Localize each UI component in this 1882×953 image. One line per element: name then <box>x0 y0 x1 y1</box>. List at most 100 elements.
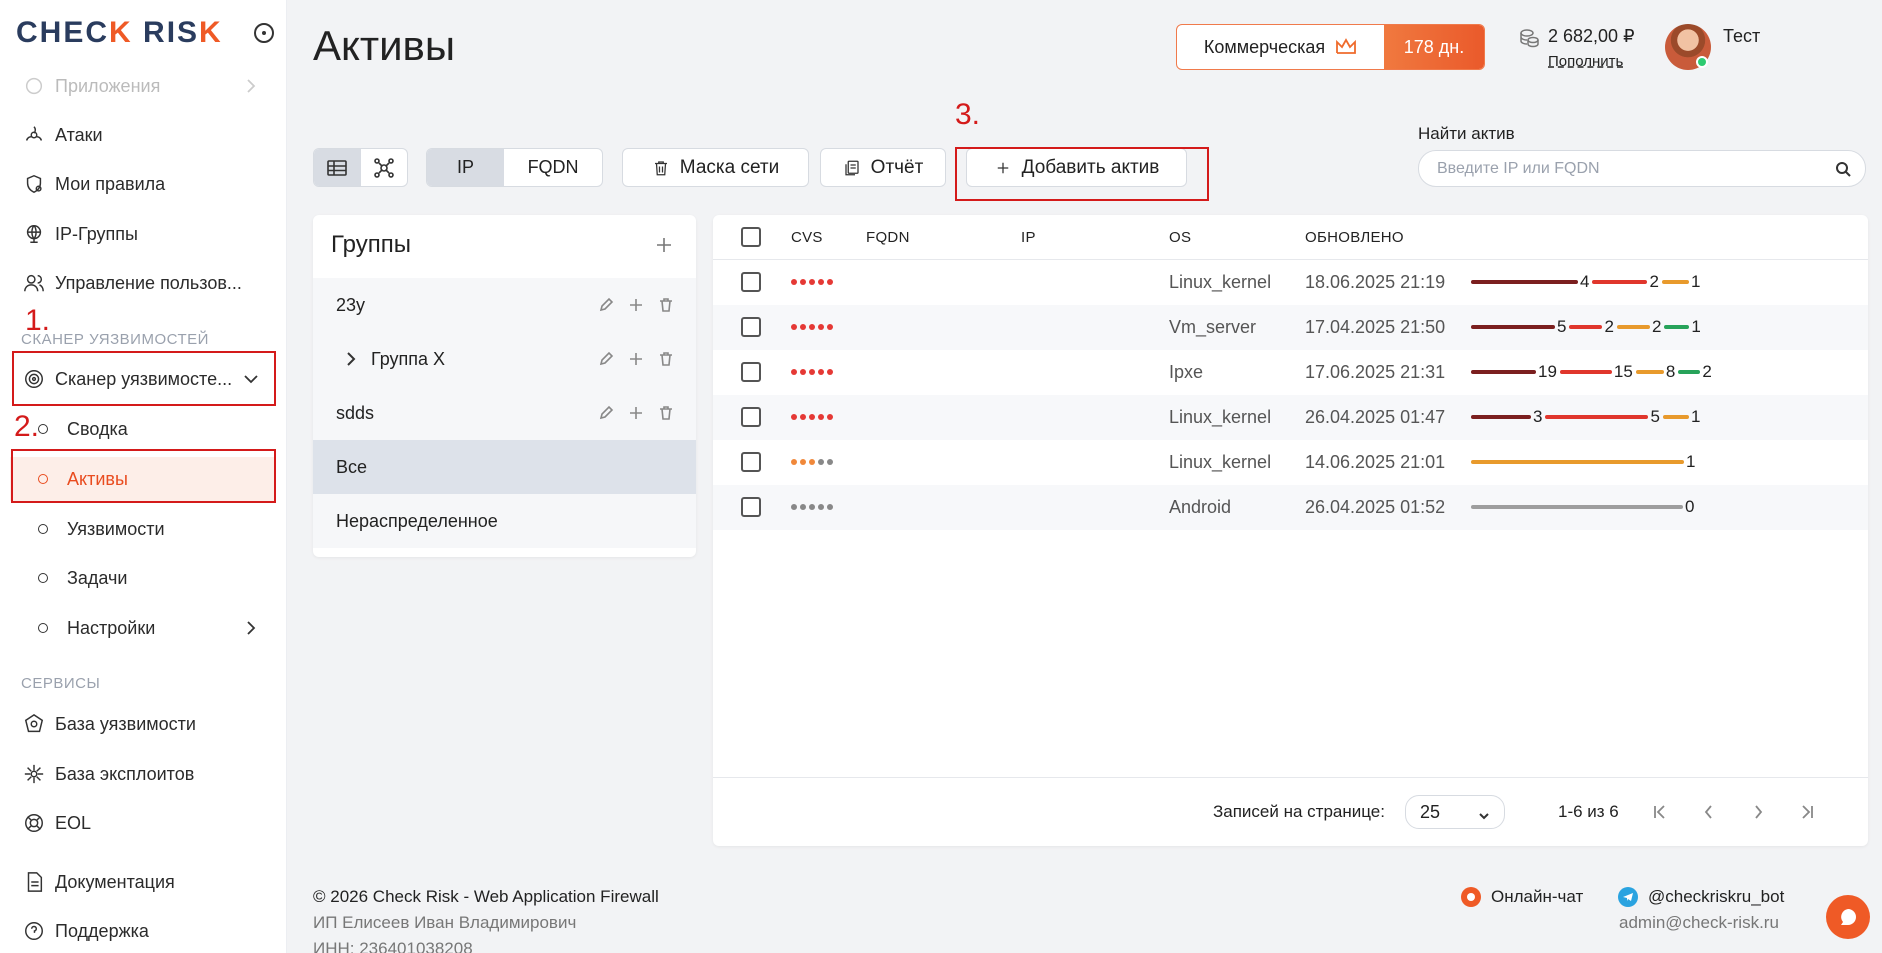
sidebar-item-vuln-db[interactable]: База уязвимости <box>10 702 275 746</box>
severity-segment: 5 <box>1471 317 1569 337</box>
sidebar-toggle-icon[interactable] <box>254 23 274 43</box>
table-view-button[interactable] <box>314 149 361 186</box>
table-row[interactable]: Android 26.04.2025 01:52 0 <box>713 485 1868 530</box>
sidebar-item-summary[interactable]: Сводка <box>10 407 275 451</box>
online-chat-link[interactable]: Онлайн-чат <box>1461 887 1583 907</box>
graph-view-button[interactable] <box>361 149 407 186</box>
sidebar-item-eol[interactable]: EOL <box>10 801 275 845</box>
groups-panel: Группы 23у Группа Х sdds Все Нераспредел… <box>313 215 696 557</box>
row-updated: 14.06.2025 21:01 <box>1305 452 1446 472</box>
chevron-right-icon[interactable] <box>343 351 359 367</box>
table-row[interactable]: Ipxe 17.06.2025 21:31 19 15 8 2 <box>713 350 1868 395</box>
add-group-icon[interactable] <box>654 235 674 255</box>
row-checkbox[interactable] <box>741 362 761 382</box>
ip-tab[interactable]: IP <box>427 149 505 186</box>
cvs-dot <box>791 504 797 510</box>
severity-bar <box>1678 370 1701 374</box>
search-icon[interactable] <box>1835 161 1851 177</box>
row-updated: 17.06.2025 21:31 <box>1305 362 1446 382</box>
plus-icon <box>997 162 1008 173</box>
last-page-icon[interactable] <box>1797 802 1817 822</box>
sidebar-item-vulnerabilities[interactable]: Уязвимости <box>10 507 275 551</box>
plus-icon[interactable] <box>628 405 644 421</box>
page-title: Активы <box>313 22 456 69</box>
table-row[interactable]: Vm_server 17.04.2025 21:50 5 2 2 1 <box>713 305 1868 350</box>
network-mask-label: Маска сети <box>679 156 780 178</box>
cvs-rating <box>791 369 833 375</box>
sidebar-item-vuln-scanner[interactable]: Сканер уязвимосте... <box>10 357 275 401</box>
sidebar-item-label: Задачи <box>67 567 128 588</box>
add-asset-button[interactable]: Добавить актив <box>966 148 1187 187</box>
severity-bar <box>1635 370 1664 374</box>
severity-bar <box>1471 370 1536 374</box>
footer-copyright: © 2026 Check Risk - Web Application Fire… <box>313 887 659 906</box>
fqdn-tab[interactable]: FQDN <box>504 149 602 186</box>
col-fqdn[interactable]: FQDN <box>866 229 910 246</box>
prev-page-icon[interactable] <box>1699 802 1719 822</box>
group-name: sdds <box>336 402 375 423</box>
cvs-dot <box>791 324 797 330</box>
group-item[interactable]: Группа Х <box>313 332 696 386</box>
group-item-unassigned[interactable]: Нераспределенное <box>313 494 696 548</box>
col-ip[interactable]: IP <box>1021 229 1036 246</box>
support-email[interactable]: admin@check-risk.ru <box>1619 913 1779 933</box>
sidebar-item-assets[interactable]: Активы <box>10 457 275 501</box>
trash-icon[interactable] <box>658 297 674 313</box>
sidebar-item-ip-groups[interactable]: IP-Группы <box>10 212 275 256</box>
severity-segment: 2 <box>1616 317 1664 337</box>
table-row[interactable]: Linux_kernel 14.06.2025 21:01 1 <box>713 440 1868 485</box>
group-item[interactable]: sdds <box>313 386 696 440</box>
sidebar-item-label: Сканер уязвимосте... <box>55 368 233 389</box>
table-footer: Записей на странице: 25 1-6 из 6 <box>713 777 1868 846</box>
sidebar-item-tasks[interactable]: Задачи <box>10 556 275 600</box>
sidebar-item-my-rules[interactable]: Мои правила <box>10 162 275 206</box>
next-page-icon[interactable] <box>1748 802 1768 822</box>
sidebar-item-documentation[interactable]: Документация <box>10 860 275 904</box>
col-os[interactable]: OS <box>1169 229 1191 246</box>
trash-icon[interactable] <box>658 351 674 367</box>
row-checkbox[interactable] <box>741 497 761 517</box>
sidebar-item-support[interactable]: Поддержка <box>10 909 275 953</box>
row-checkbox[interactable] <box>741 452 761 472</box>
topup-link[interactable]: Пополнить <box>1548 53 1623 70</box>
row-checkbox[interactable] <box>741 317 761 337</box>
user-name[interactable]: Тест <box>1723 26 1760 47</box>
rows-per-page-select[interactable]: 25 <box>1405 795 1505 829</box>
report-label: Отчёт <box>870 156 924 178</box>
table-row[interactable]: Linux_kernel 26.04.2025 01:47 3 5 1 <box>713 395 1868 440</box>
cvs-dot <box>800 504 806 510</box>
severity-bar <box>1616 325 1650 329</box>
telegram-link[interactable]: @checkriskru_bot <box>1618 887 1784 907</box>
row-checkbox[interactable] <box>741 272 761 292</box>
chat-button[interactable] <box>1826 895 1870 939</box>
trash-icon[interactable] <box>658 405 674 421</box>
bullet-icon <box>38 474 48 484</box>
search-input[interactable] <box>1419 151 1865 186</box>
sidebar-item-attacks[interactable]: Атаки <box>10 113 275 157</box>
group-item-all[interactable]: Все <box>313 440 696 494</box>
severity-segment: 1 <box>1664 317 1703 337</box>
row-updated: 17.04.2025 21:50 <box>1305 317 1446 337</box>
sidebar-item-settings[interactable]: Настройки <box>10 606 275 650</box>
edit-icon[interactable] <box>598 405 614 421</box>
table-row[interactable]: Linux_kernel 18.06.2025 21:19 4 2 1 <box>713 260 1868 305</box>
logo[interactable]: CHECK RISK <box>16 16 223 50</box>
plus-icon[interactable] <box>628 297 644 313</box>
select-all-checkbox[interactable] <box>741 227 761 247</box>
plan-badge[interactable]: Коммерческая 178 дн. <box>1176 24 1485 70</box>
row-checkbox[interactable] <box>741 407 761 427</box>
network-mask-button[interactable]: Маска сети <box>622 148 809 187</box>
edit-icon[interactable] <box>598 351 614 367</box>
edit-icon[interactable] <box>598 297 614 313</box>
col-cvs[interactable]: CVS <box>791 229 823 246</box>
group-item[interactable]: 23у <box>313 278 696 332</box>
first-page-icon[interactable] <box>1650 802 1670 822</box>
sidebar-item-user-management[interactable]: Управление пользов... <box>10 261 275 305</box>
balance: 2 682,00 ₽ Пополнить <box>1517 24 1635 70</box>
sidebar-item-exploit-db[interactable]: База эксплоитов <box>10 752 275 796</box>
report-button[interactable]: Отчёт <box>820 148 946 187</box>
col-updated[interactable]: ОБНОВЛЕНО <box>1305 229 1404 246</box>
plus-icon[interactable] <box>628 351 644 367</box>
severity-count: 0 <box>1685 497 1695 516</box>
sidebar-item-apps[interactable]: Приложения <box>10 64 275 108</box>
